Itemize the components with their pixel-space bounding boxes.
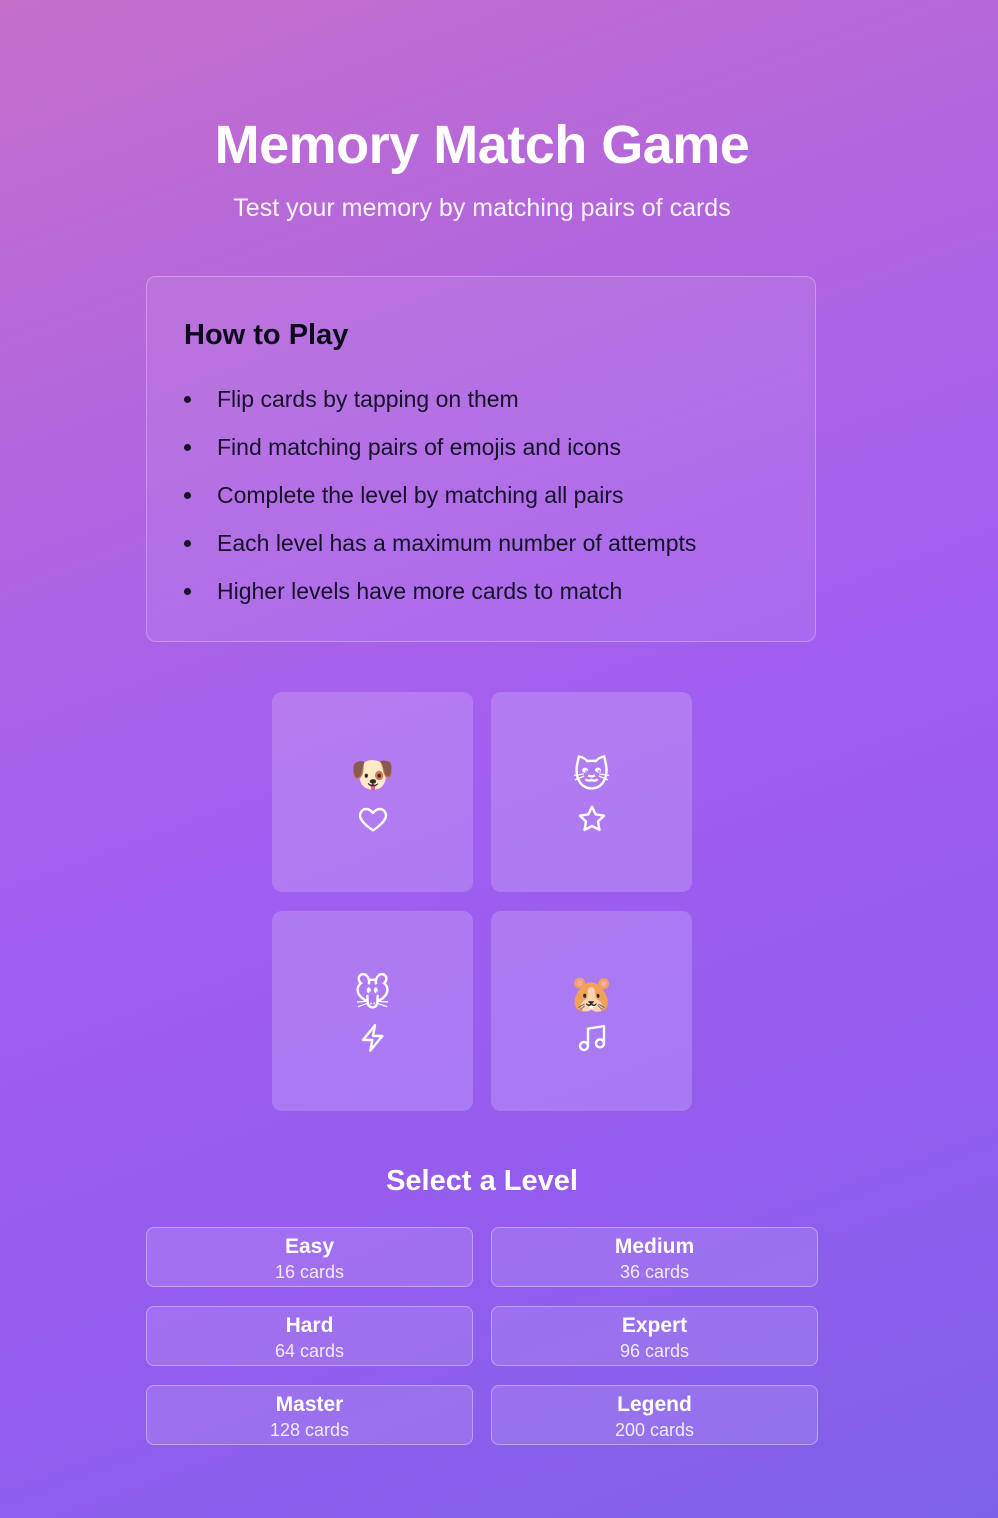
level-card-count: 128 cards (269, 1420, 350, 1440)
game-start-screen: Memory Match Game Test your memory by ma… (0, 0, 998, 1518)
rule-text: Find matching pairs of emojis and icons (217, 434, 621, 460)
rules-list: Flip cards by tapping on them Find match… (184, 379, 696, 619)
level-card-count: 36 cards (619, 1262, 690, 1282)
rule-item: Each level has a maximum number of attem… (184, 523, 696, 571)
rule-item: Flip cards by tapping on them (184, 379, 696, 427)
level-hard-button[interactable]: Hard 64 cards (146, 1306, 473, 1366)
level-easy-button[interactable]: Easy 16 cards (146, 1227, 473, 1287)
bullet-icon (184, 492, 191, 499)
hamster-emoji: 🐹 (569, 973, 614, 1014)
music-note-icon (576, 1022, 608, 1054)
select-level-heading: Select a Level (386, 1165, 578, 1197)
level-name: Medium (614, 1235, 695, 1258)
rule-item: Higher levels have more cards to match (184, 571, 696, 619)
bullet-icon (184, 396, 191, 403)
level-card-count: 16 cards (274, 1262, 345, 1282)
rule-item: Find matching pairs of emojis and icons (184, 427, 696, 475)
rule-item: Complete the level by matching all pairs (184, 475, 696, 523)
how-to-play-heading: How to Play (184, 319, 349, 351)
preview-card-cat[interactable]: 🐱 (491, 692, 692, 892)
level-card-count: 64 cards (274, 1341, 345, 1361)
level-name: Hard (285, 1314, 334, 1337)
level-card-count: 200 cards (614, 1420, 695, 1440)
dog-emoji: 🐶 (350, 754, 395, 795)
level-expert-button[interactable]: Expert 96 cards (491, 1306, 818, 1366)
page-title: Memory Match Game (214, 115, 750, 175)
cat-emoji: 🐱 (572, 754, 611, 795)
preview-card-hamster[interactable]: 🐹 (491, 911, 692, 1111)
rule-text: Complete the level by matching all pairs (217, 482, 624, 508)
level-name: Legend (617, 1393, 692, 1416)
level-name: Easy (284, 1235, 335, 1258)
bullet-icon (184, 540, 191, 547)
rule-text: Flip cards by tapping on them (217, 386, 519, 412)
level-card-count: 96 cards (619, 1341, 690, 1361)
lightning-icon (357, 1022, 389, 1054)
level-name: Master (275, 1393, 344, 1416)
heart-icon (357, 803, 389, 835)
preview-card-grid: 🐶 🐱 🐭 🐹 (272, 692, 692, 1112)
star-icon (576, 803, 608, 835)
level-medium-button[interactable]: Medium 36 cards (491, 1227, 818, 1287)
level-master-button[interactable]: Master 128 cards (146, 1385, 473, 1445)
preview-card-dog[interactable]: 🐶 (272, 692, 473, 892)
bullet-icon (184, 444, 191, 451)
level-legend-button[interactable]: Legend 200 cards (491, 1385, 818, 1445)
rule-text: Higher levels have more cards to match (217, 578, 623, 604)
preview-card-mouse[interactable]: 🐭 (272, 911, 473, 1111)
bullet-icon (184, 588, 191, 595)
page-subtitle: Test your memory by matching pairs of ca… (233, 194, 731, 222)
level-name: Expert (621, 1314, 688, 1337)
mouse-emoji: 🐭 (353, 973, 392, 1014)
how-to-play-panel: How to Play Flip cards by tapping on the… (146, 276, 816, 642)
rule-text: Each level has a maximum number of attem… (217, 530, 697, 556)
